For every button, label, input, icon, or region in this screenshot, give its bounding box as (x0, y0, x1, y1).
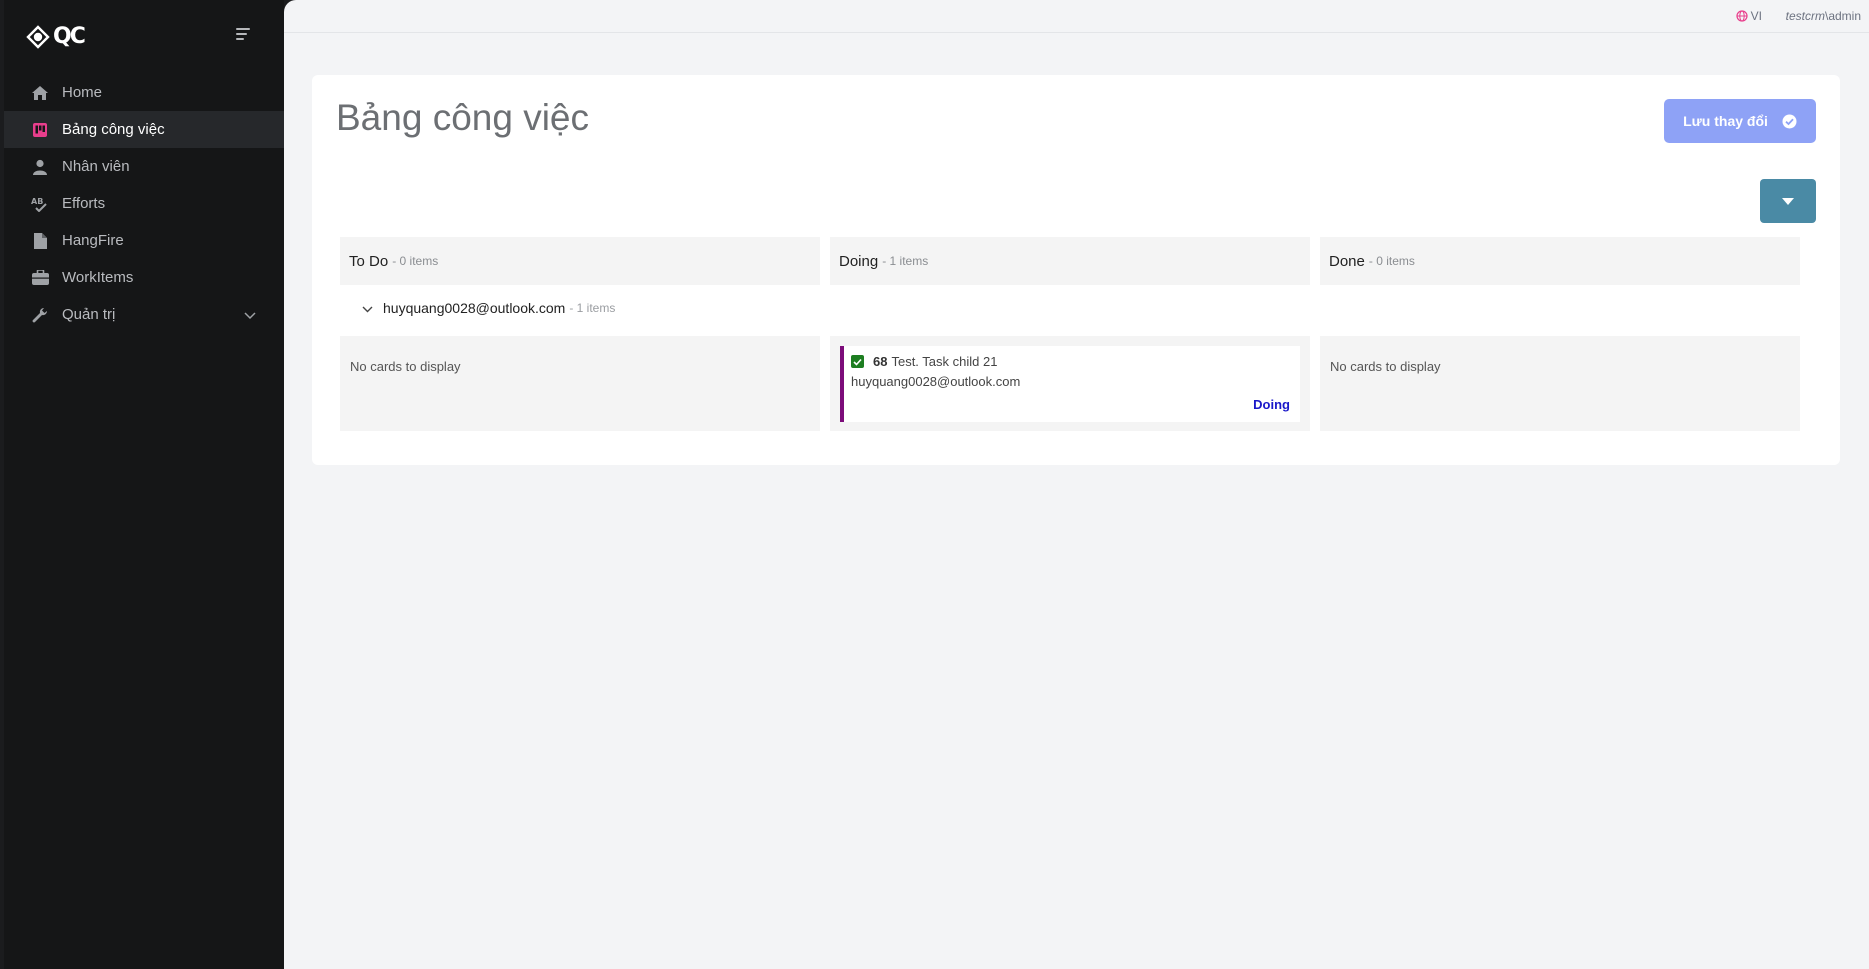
svg-text:AB: AB (31, 197, 43, 206)
chevron-down-icon[interactable] (244, 307, 256, 324)
logo-mark-icon (26, 24, 50, 49)
sidebar-item-workitems[interactable]: WorkItems (4, 259, 284, 296)
column-header-doing: Doing - 1 items (830, 237, 1310, 285)
sidebar-item-label: Bảng công việc (62, 121, 165, 138)
board-cell-done: No cards to display (1320, 336, 1800, 431)
sidebar-item-admin[interactable]: Quản trị (4, 296, 284, 333)
board-cell-todo: No cards to display (340, 336, 820, 431)
sidebar-toggle-icon[interactable] (236, 28, 256, 42)
briefcase-icon (30, 268, 50, 288)
task-status: Doing (1253, 397, 1290, 412)
app-logo[interactable]: QC (26, 24, 86, 49)
save-button-label: Lưu thay đổi (1683, 113, 1768, 129)
sidebar-item-hangfire[interactable]: HangFire (4, 222, 284, 259)
topbar: VI testcrm\admin (284, 0, 1869, 33)
spellcheck-icon: AB (30, 194, 50, 214)
user-name: admin (1828, 9, 1861, 23)
board-cell-doing: 68 Test. Task child 21 huyquang0028@outl… (830, 336, 1310, 431)
main-content: VI testcrm\admin Bảng công việc Lưu thay… (284, 0, 1869, 969)
sidebar-item-label: Home (62, 84, 103, 101)
file-icon (30, 231, 50, 251)
empty-cell-text: No cards to display (1330, 359, 1441, 374)
task-type-icon (851, 355, 864, 368)
board-panel: Bảng công việc Lưu thay đổi To Do - 0 it… (312, 75, 1840, 465)
empty-cell-text: No cards to display (350, 359, 461, 374)
chevron-down-icon[interactable] (362, 300, 373, 316)
task-card[interactable]: 68 Test. Task child 21 huyquang0028@outl… (840, 346, 1300, 422)
column-title: Done (1329, 252, 1365, 270)
caret-down-icon (1782, 197, 1794, 205)
swimlane-header[interactable]: huyquang0028@outlook.com - 1 items (362, 300, 615, 316)
sidebar-item-home[interactable]: Home (4, 74, 284, 111)
globe-icon (1736, 10, 1748, 22)
save-changes-button[interactable]: Lưu thay đổi (1664, 99, 1816, 143)
logo-text: QC (53, 24, 86, 49)
sidebar-item-label: Quản trị (62, 306, 116, 323)
sidebar: QC Home Bảng công việc Nhân viên AB Effo… (4, 0, 284, 969)
sidebar-item-label: WorkItems (62, 269, 134, 286)
check-circle-icon (1782, 114, 1797, 128)
column-title: To Do (349, 252, 389, 270)
page-title: Bảng công việc (336, 97, 590, 138)
language-selector[interactable]: VI (1736, 9, 1762, 23)
sidebar-item-efforts[interactable]: AB Efforts (4, 185, 284, 222)
task-assignee: huyquang0028@outlook.com (851, 374, 1021, 389)
wrench-icon (30, 305, 50, 325)
user-menu[interactable]: testcrm\admin (1786, 9, 1861, 23)
sidebar-item-label: HangFire (62, 232, 124, 249)
sidebar-item-label: Efforts (62, 195, 106, 212)
column-header-todo: To Do - 0 items (340, 237, 820, 285)
column-count: - 0 items (1368, 254, 1415, 268)
column-title: Doing (839, 252, 879, 270)
task-id: 68 (873, 354, 888, 369)
sidebar-item-task-board[interactable]: Bảng công việc (4, 111, 284, 148)
user-icon (30, 157, 50, 177)
home-icon (30, 83, 50, 103)
language-code: VI (1750, 9, 1762, 23)
swimlane-title: huyquang0028@outlook.com (383, 300, 566, 316)
options-dropdown-button[interactable] (1760, 179, 1816, 223)
column-count: - 1 items (882, 254, 929, 268)
user-tenant: testcrm (1785, 9, 1825, 23)
column-count: - 0 items (392, 254, 439, 268)
task-title: Test. Task child 21 (891, 354, 998, 369)
sidebar-item-employees[interactable]: Nhân viên (4, 148, 284, 185)
swimlane-count: - 1 items (569, 301, 616, 315)
kanban-icon (30, 120, 50, 140)
column-header-done: Done - 0 items (1320, 237, 1800, 285)
sidebar-nav: Home Bảng công việc Nhân viên AB Efforts… (4, 74, 284, 333)
sidebar-item-label: Nhân viên (62, 158, 130, 175)
